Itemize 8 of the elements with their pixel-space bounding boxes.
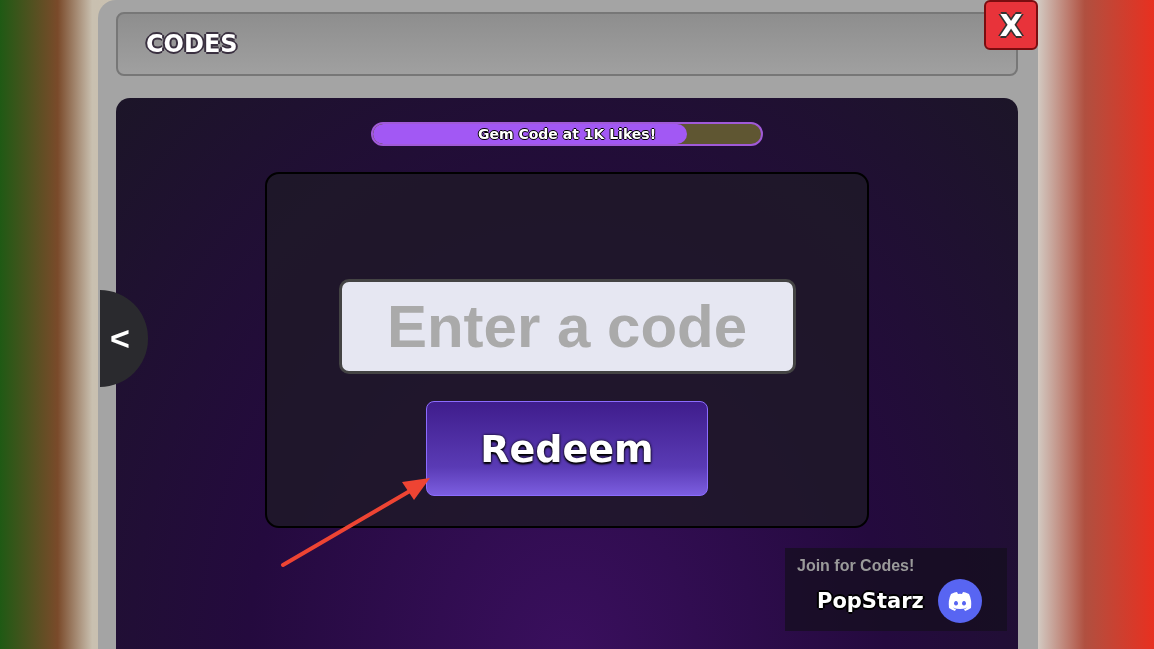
close-button[interactable]: X bbox=[984, 0, 1038, 50]
redeem-button[interactable]: Redeem bbox=[426, 401, 708, 496]
discord-logo-icon[interactable] bbox=[937, 579, 982, 623]
window-title: CODES bbox=[146, 30, 238, 58]
promo-caption: Join for Codes! bbox=[797, 557, 916, 575]
group-name: PopStarz bbox=[817, 589, 924, 613]
progress-label: Gem Code at 1K Likes! bbox=[477, 126, 657, 142]
code-input-field[interactable]: Enter a code bbox=[338, 279, 796, 374]
